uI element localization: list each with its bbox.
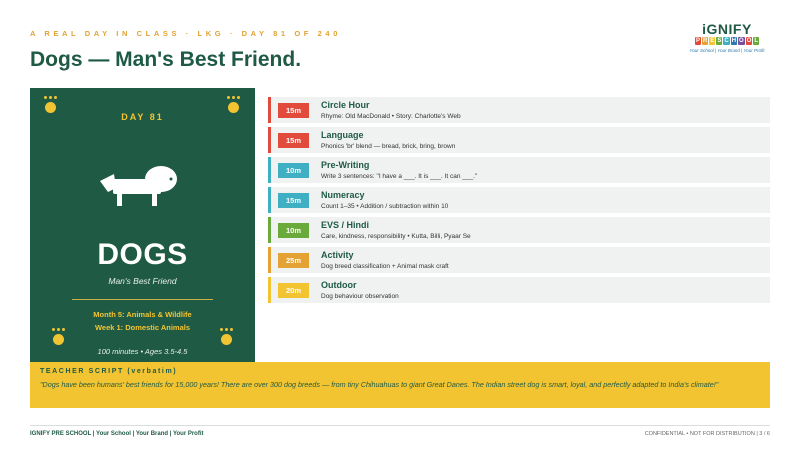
duration-badge: 20m: [278, 283, 309, 298]
row-accent: [268, 217, 271, 243]
schedule-row: 25m Activity Dog breed classification + …: [268, 247, 770, 273]
row-description: Dog behaviour observation: [321, 293, 399, 300]
row-description: Care, kindness, responsibility • Kutta, …: [321, 233, 471, 240]
row-accent: [268, 277, 271, 303]
card-month: Month 5: Animals & Wildlife: [93, 310, 192, 319]
day-label: DAY 81: [121, 112, 164, 122]
row-description: Write 3 sentences: "I have a ___. It is …: [321, 173, 478, 180]
logo-letter: O: [738, 37, 745, 45]
duration-badge: 15m: [278, 103, 309, 118]
logo-tagline: Your School | Your Brand | Your Profit: [689, 48, 765, 53]
row-title: Outdoor: [321, 280, 357, 290]
logo-letter: C: [723, 37, 730, 45]
schedule-row: 15m Circle Hour Rhyme: Old MacDonald • S…: [268, 97, 770, 123]
logo-letter: L: [753, 37, 760, 45]
row-accent: [268, 187, 271, 213]
footer-confidential: CONFIDENTIAL • NOT FOR DISTRIBUTION | 3 …: [644, 431, 770, 437]
page-title: Dogs — Man's Best Friend.: [30, 48, 302, 71]
row-accent: [268, 127, 271, 153]
row-title: Circle Hour: [321, 100, 370, 110]
schedule-row: 10m EVS / Hindi Care, kindness, responsi…: [268, 217, 770, 243]
footer-brand: IGNIFY PRE SCHOOL | Your School | Your B…: [30, 431, 204, 437]
card-week: Week 1: Domestic Animals: [94, 323, 191, 332]
paw-icon: [223, 94, 245, 114]
brand-logo: iGNIFY PRESCHOOL Your School | Your Bran…: [684, 22, 770, 53]
row-title: EVS / Hindi: [321, 220, 370, 230]
schedule-row: 15m Numeracy Count 1–35 • Addition / sub…: [268, 187, 770, 213]
script-body: "Dogs have been humans' best friends for…: [40, 380, 719, 389]
duration-badge: 10m: [278, 163, 309, 178]
schedule-list: 15m Circle Hour Rhyme: Old MacDonald • S…: [268, 97, 770, 307]
logo-letter: E: [709, 37, 716, 45]
row-accent: [268, 157, 271, 183]
logo-letter: H: [730, 37, 738, 45]
footer-divider: [30, 425, 770, 426]
row-description: Count 1–35 • Addition / subtraction with…: [321, 203, 449, 210]
logo-letter: P: [694, 37, 701, 45]
row-title: Numeracy: [321, 190, 365, 200]
card-divider: [72, 299, 213, 300]
row-title: Pre-Writing: [321, 160, 370, 170]
row-title: Activity: [321, 250, 354, 260]
logo-letter: S: [716, 37, 723, 45]
row-description: Phonics 'br' blend — bread, brick, bring…: [321, 143, 456, 150]
page-eyebrow: A REAL DAY IN CLASS · LKG · DAY 81 OF 24…: [30, 29, 341, 38]
teacher-script-panel: TEACHER SCRIPT (verbatim) "Dogs have bee…: [30, 362, 770, 408]
duration-badge: 25m: [278, 253, 309, 268]
row-accent: [268, 247, 271, 273]
duration-badge: 10m: [278, 223, 309, 238]
row-description: Rhyme: Old MacDonald • Story: Charlotte'…: [321, 113, 461, 120]
duration-badge: 15m: [278, 193, 309, 208]
row-accent: [268, 97, 271, 123]
logo-letter: R: [701, 37, 709, 45]
schedule-row: 10m Pre-Writing Write 3 sentences: "I ha…: [268, 157, 770, 183]
paw-icon: [40, 94, 62, 114]
dog-icon: [100, 166, 177, 206]
duration-badge: 15m: [278, 133, 309, 148]
lesson-card: DAY 81 DOGS Man's Best Friend Month 5: A…: [30, 88, 255, 363]
script-heading: TEACHER SCRIPT (verbatim): [40, 368, 178, 375]
logo-preschool-letters: PRESCHOOL: [684, 37, 770, 45]
card-title: DOGS: [97, 238, 188, 271]
card-subtitle: Man's Best Friend: [108, 276, 177, 286]
card-duration-ages: 100 minutes • Ages 3.5-4.5: [97, 347, 188, 356]
row-title: Language: [321, 130, 364, 140]
logo-letter: O: [745, 37, 753, 45]
logo-wordmark: iGNIFY: [702, 21, 752, 37]
row-description: Dog breed classification + Animal mask c…: [321, 263, 449, 270]
schedule-row: 15m Language Phonics 'br' blend — bread,…: [268, 127, 770, 153]
schedule-row: 20m Outdoor Dog behaviour observation: [268, 277, 770, 303]
